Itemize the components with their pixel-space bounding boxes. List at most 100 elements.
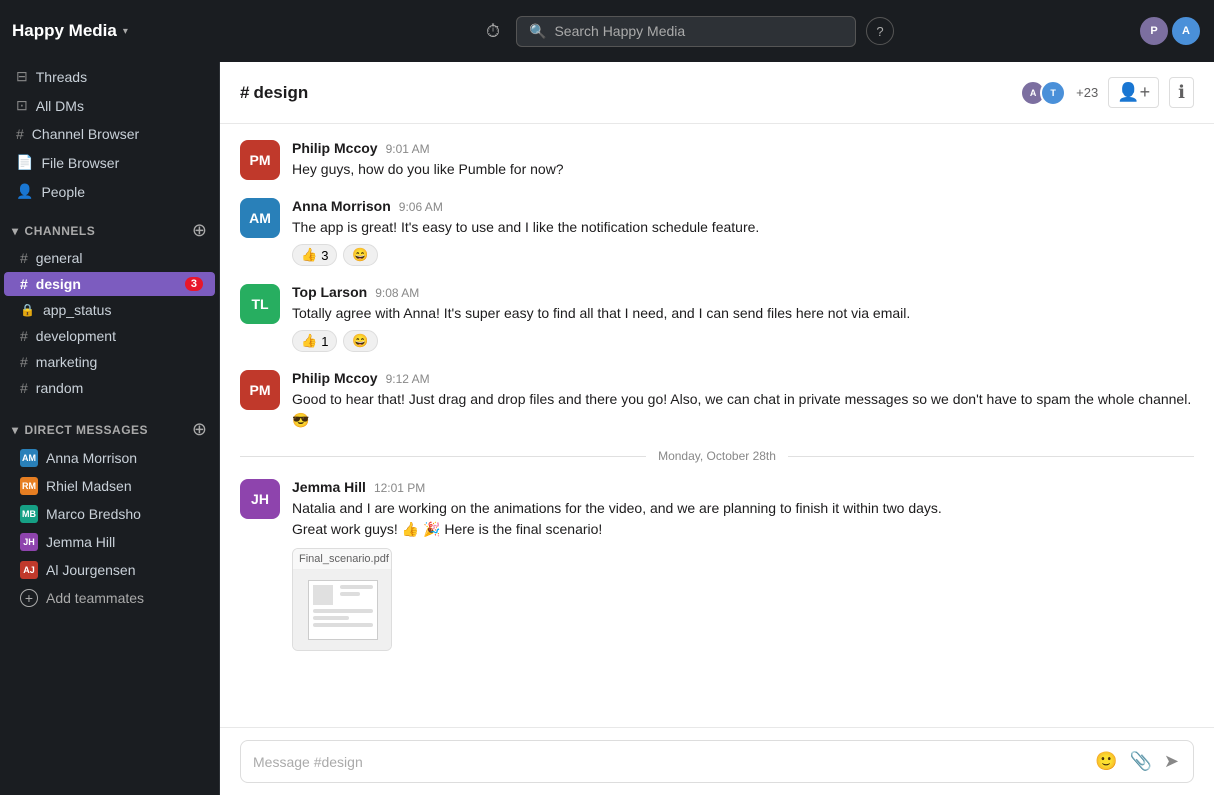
reaction-thumbsup[interactable]: 👍 1 — [292, 330, 337, 352]
date-divider-text: Monday, October 28th — [646, 449, 788, 463]
file-attachment[interactable]: Final_scenario.pdf — [292, 548, 392, 651]
search-icon: 🔍 — [529, 23, 546, 40]
message-input[interactable] — [253, 754, 1085, 770]
reaction-smile[interactable]: 😄 — [343, 330, 377, 352]
avatar: PM — [240, 140, 280, 180]
attachment-button[interactable]: 📎 — [1127, 749, 1153, 774]
avatar: A — [1170, 15, 1202, 47]
message-content: Philip Mccoy 9:12 AM Good to hear that! … — [292, 370, 1194, 431]
message-text: Good to hear that! Just drag and drop fi… — [292, 389, 1194, 431]
send-button[interactable]: ➤ — [1162, 749, 1181, 774]
channel-item-design[interactable]: # design 3 — [4, 272, 215, 296]
member-count[interactable]: +23 — [1076, 85, 1098, 100]
channel-member-avatars[interactable]: A T — [1020, 80, 1066, 106]
message-content: Philip Mccoy 9:01 AM Hey guys, how do yo… — [292, 140, 1194, 180]
channel-name: marketing — [36, 354, 203, 370]
message-text-line2: Great work guys! 👍 🎉 Here is the final s… — [292, 519, 1194, 540]
message-time: 9:08 AM — [375, 286, 419, 300]
dm-section-header: ▾ DIRECT MESSAGES ⊕ — [0, 411, 219, 444]
help-button[interactable]: ? — [866, 17, 894, 45]
workspace-name: Happy Media — [12, 21, 117, 41]
avatar: P — [1138, 15, 1170, 47]
dm-item-rhiel[interactable]: RM Rhiel Madsen — [4, 473, 215, 499]
channel-item-general[interactable]: # general — [4, 246, 215, 270]
preview-line — [313, 609, 373, 613]
sidebar-item-channel-browser[interactable]: # Channel Browser — [4, 121, 215, 147]
message-item: AM Anna Morrison 9:06 AM The app is grea… — [240, 198, 1194, 266]
search-placeholder-text: Search Happy Media — [554, 23, 843, 39]
dm-item-marco[interactable]: MB Marco Bredsho — [4, 501, 215, 527]
avatar: RM — [20, 477, 38, 495]
avatar: JH — [20, 533, 38, 551]
channel-info-button[interactable]: ℹ — [1169, 77, 1194, 108]
add-teammates-label: Add teammates — [46, 590, 144, 606]
message-header: Philip Mccoy 9:12 AM — [292, 370, 1194, 386]
reaction-smile[interactable]: 😄 — [343, 244, 377, 266]
file-browser-icon: 📄 — [16, 154, 33, 171]
channel-header-actions: A T +23 👤+ ℹ — [1020, 77, 1194, 108]
dm-item-jemma[interactable]: JH Jemma Hill — [4, 529, 215, 555]
avatar: AM — [20, 449, 38, 467]
avatar: TL — [240, 284, 280, 324]
history-button[interactable]: ⏱ — [480, 15, 506, 48]
channels-section-title[interactable]: ▾ CHANNELS — [12, 224, 95, 238]
sidebar-item-threads[interactable]: ⊟ Threads — [4, 63, 215, 90]
channel-item-app-status[interactable]: 🔒 app_status — [4, 298, 215, 322]
message-time: 9:01 AM — [386, 142, 430, 156]
message-author: Jemma Hill — [292, 479, 366, 495]
channel-name-display: design — [253, 83, 308, 103]
sidebar: ⊟ Threads ⊡ All DMs # Channel Browser 📄 … — [0, 62, 220, 795]
dm-chevron-icon: ▾ — [12, 423, 19, 437]
message-time: 9:12 AM — [386, 372, 430, 386]
channel-title: # design — [240, 83, 308, 103]
topbar: Happy Media ▾ ⏱ 🔍 Search Happy Media ? P… — [0, 0, 1214, 62]
input-area: 🙂 📎 ➤ — [220, 727, 1214, 795]
reaction-count: 1 — [321, 334, 328, 349]
sidebar-item-people[interactable]: 👤 People — [4, 178, 215, 205]
channel-item-development[interactable]: # development — [4, 324, 215, 348]
add-teammates-plus-icon: + — [20, 589, 38, 607]
message-header: Jemma Hill 12:01 PM — [292, 479, 1194, 495]
channels-section-header: ▾ CHANNELS ⊕ — [0, 212, 219, 245]
message-item: PM Philip Mccoy 9:12 AM Good to hear tha… — [240, 370, 1194, 431]
preview-block — [313, 585, 333, 605]
channels-chevron-icon: ▾ — [12, 224, 19, 238]
dm-item-anna[interactable]: AM Anna Morrison — [4, 445, 215, 471]
dm-name: Jemma Hill — [46, 534, 115, 550]
divider-line — [788, 456, 1194, 457]
message-author: Philip Mccoy — [292, 370, 378, 386]
channel-name: general — [36, 250, 203, 266]
add-channel-button[interactable]: ⊕ — [192, 220, 207, 241]
add-teammates-button[interactable]: + Add teammates — [4, 585, 215, 611]
message-header: Philip Mccoy 9:01 AM — [292, 140, 1194, 156]
sidebar-item-all-dms[interactable]: ⊡ All DMs — [4, 92, 215, 119]
channel-item-random[interactable]: # random — [4, 376, 215, 400]
avatar: AJ — [20, 561, 38, 579]
emoji-button[interactable]: 🙂 — [1093, 749, 1119, 774]
workspace-selector[interactable]: Happy Media ▾ — [12, 21, 232, 41]
sidebar-item-label: People — [41, 184, 85, 200]
dm-section-title[interactable]: ▾ DIRECT MESSAGES — [12, 423, 148, 437]
sidebar-item-label: File Browser — [41, 155, 119, 171]
channel-area: # design A T +23 👤+ ℹ PM — [220, 62, 1214, 795]
channel-hash-icon: # — [20, 250, 28, 266]
file-preview — [293, 570, 392, 650]
channel-name: random — [36, 380, 203, 396]
avatar: MB — [20, 505, 38, 523]
message-text-line1: Natalia and I are working on the animati… — [292, 498, 1194, 519]
channel-badge: 3 — [185, 277, 203, 291]
sidebar-item-file-browser[interactable]: 📄 File Browser — [4, 149, 215, 176]
add-member-button[interactable]: 👤+ — [1108, 77, 1159, 108]
channel-item-marketing[interactable]: # marketing — [4, 350, 215, 374]
message-item: JH Jemma Hill 12:01 PM Natalia and I are… — [240, 479, 1194, 651]
preview-line — [313, 623, 373, 627]
sidebar-item-label: All DMs — [36, 98, 84, 114]
reaction-thumbsup[interactable]: 👍 3 — [292, 244, 337, 266]
search-bar[interactable]: 🔍 Search Happy Media — [516, 16, 856, 47]
add-dm-button[interactable]: ⊕ — [192, 419, 207, 440]
preview-line — [313, 616, 349, 620]
channel-name: design — [36, 276, 177, 292]
avatar: AM — [240, 198, 280, 238]
dm-name: Al Jourgensen — [46, 562, 136, 578]
dm-item-al[interactable]: AJ Al Jourgensen — [4, 557, 215, 583]
